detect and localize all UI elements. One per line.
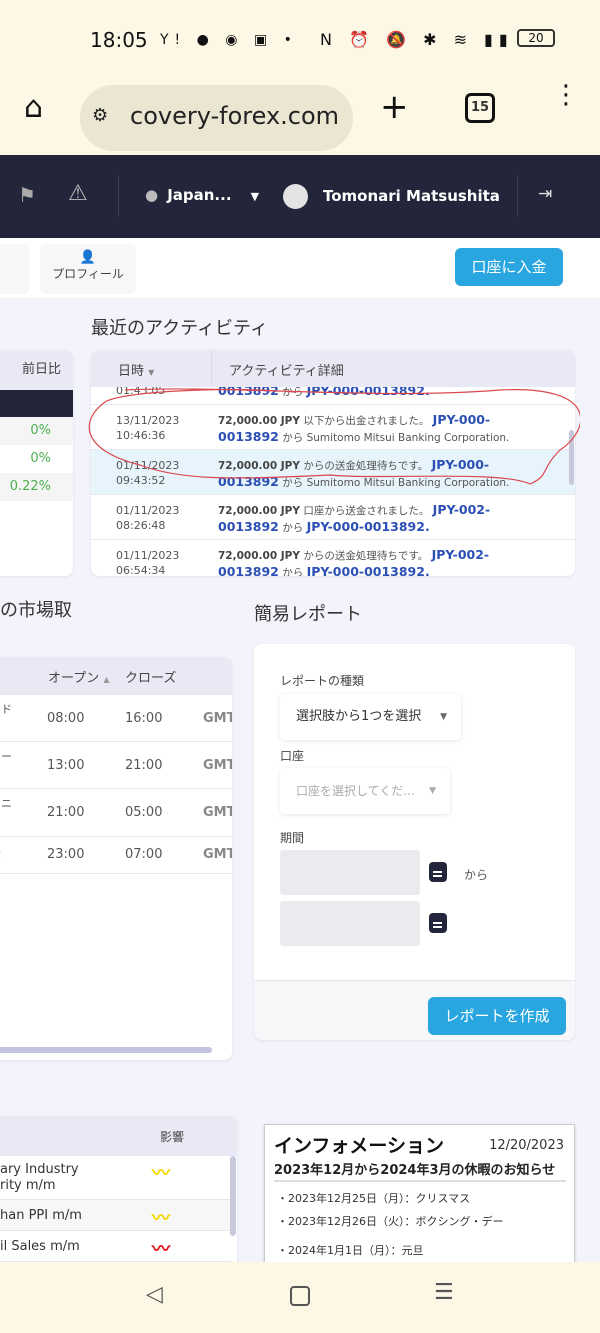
column-header-close[interactable]: クローズ [125,667,176,686]
impact-icon: 〰 [152,1208,170,1229]
change-header: 前日比 [0,350,73,390]
tab-item[interactable] [0,244,30,294]
logout-icon[interactable]: ⇥ [538,184,552,204]
table-row[interactable]: ドニ21:0005:00GMT [0,789,232,837]
information-notice[interactable]: インフォメーション 12/20/2023 2023年12月から2024年3月の休… [264,1124,575,1274]
chevron-down-icon: ▼ [429,786,436,796]
chevron-down-icon: ▼ [250,190,260,203]
horizontal-scrollbar[interactable] [0,1047,212,1053]
tabs-button[interactable]: 15 [465,93,495,123]
calendar-icon[interactable] [429,862,447,882]
row-datetime: 01/11/2023 08:26:48 [116,504,180,532]
column-header-detail: アクティビティ詳細 [229,364,344,379]
site-navbar: ⚑ ⚠ ● Japan... ▼ Tomonari Matsushita ⇥ [0,155,600,238]
sort-down-icon: ▼ [148,368,155,377]
system-navigation-bar: ◁ ☰ [0,1262,600,1333]
table-row[interactable]: il Sales m/m 〰 [0,1231,231,1262]
activity-title: 最近のアクティビティ [91,318,268,339]
profile-tab[interactable]: 👤 プロフィール [40,244,136,294]
report-title: 簡易レポート [254,604,362,625]
table-row[interactable]: ary Industry rity m/m 〰 [0,1156,231,1200]
column-header-open[interactable]: オープン ▲ [48,667,110,686]
new-tab-icon[interactable]: + [380,87,409,127]
deposit-button[interactable]: 口座に入金 [455,248,563,286]
table-header: 影響 [0,1116,237,1156]
create-report-button[interactable]: レポートを作成 [428,997,566,1035]
table-row[interactable]: ュー13:0021:00GMT [0,742,232,789]
economic-calendar: 影響 ary Industry rity m/m 〰 han PPI m/m 〰 i… [0,1116,237,1276]
report-type-select[interactable]: 選択肢から1つを選択 ▼ [280,694,461,740]
user-icon: 👤 [79,250,97,265]
menu-icon[interactable]: ⋮ [553,82,579,108]
site-settings-icon[interactable]: ⚙ [92,105,108,126]
back-icon[interactable]: ◁ [146,1282,163,1307]
table-row[interactable]: 京23:0007:00GMT [0,837,232,874]
info-subtitle: 2023年12月から2024年3月の休暇のお知らせ [274,1163,556,1178]
divider [118,175,119,217]
address-bar[interactable]: ⚙ covery-forex.com [80,85,353,151]
info-item: ・2023年12月26日（火）：ボクシング・デー [277,1215,504,1228]
market-hours-table: オープン ▲ クローズ ンド08:0016:00GMT ュー13:0021:00… [0,657,232,1060]
account-label: 口座 [280,749,305,763]
url-text[interactable]: covery-forex.com [130,102,339,130]
report-type-label: レポートの種類 [280,674,365,688]
profile-label: プロフィール [52,267,124,281]
change-value: 0.22% [0,473,73,501]
page-subheader: 👤 プロフィール 口座に入金 [0,238,600,298]
globe-icon: ● [145,186,159,204]
change-value: 0% [0,445,73,473]
end-date-input[interactable] [280,901,420,946]
change-value: 0% [0,417,73,445]
info-item: ・2023年12月25日（月）：クリスマス [277,1192,471,1205]
warning-icon[interactable]: ⚠ [68,181,88,206]
table-row[interactable]: 01/11/2023 06:54:34 72,000.00 JPY からの送金処理… [91,540,575,576]
battery-icon: 20 [517,29,555,47]
flag-icon[interactable]: ⚑ [18,183,36,207]
system-icons: N ⏰ 🔕 ✱ ≋ ▮▮ [320,30,514,49]
language-selector[interactable]: ● Japan... ▼ [145,185,259,209]
info-item: ・2024年1月1日（月）：元旦 [277,1244,424,1257]
chevron-down-icon: ▼ [440,712,447,722]
home-icon[interactable]: ⌂ [24,90,43,125]
divider [517,175,518,217]
rates-card: 前日比 0% 0% 0.22% [0,350,73,576]
start-date-input[interactable] [280,850,420,895]
recents-icon[interactable]: ☰ [434,1280,454,1305]
language-label: Japan... [167,186,232,204]
header-bar [0,390,73,417]
info-date: 12/20/2023 [489,1138,564,1153]
column-header-impact: 影響 [160,1130,185,1144]
row-datetime: 01/11/2023 06:54:34 [116,549,180,576]
form-footer: レポートを作成 [254,980,575,1040]
report-form: レポートの種類 選択肢から1つを選択 ▼ 口座 口座を選択してくだ... ▼ 期間 … [254,644,575,1040]
scrollbar[interactable] [230,1156,236,1236]
from-label: から [464,868,489,882]
status-bar: 18:05 Y! ● ◉ ▣ • N ⏰ 🔕 ✱ ≋ ▮▮ 20 [0,0,600,75]
info-title: インフォメーション [274,1135,445,1157]
sort-up-icon: ▲ [103,675,110,684]
red-annotation-circle [88,388,580,485]
avatar[interactable] [283,184,308,209]
row-detail: 72,000.00 JPY 口座から送金されました。 JPY-002- 00138… [218,502,491,534]
column-header-date[interactable]: 日時 ▼ [118,360,154,379]
home-icon[interactable] [290,1286,310,1306]
account-select[interactable]: 口座を選択してくだ... ▼ [280,768,450,814]
impact-icon: 〰 [152,1163,170,1184]
table-row[interactable]: ンド08:0016:00GMT [0,695,232,742]
table-row[interactable]: han PPI m/m 〰 [0,1200,231,1231]
row-detail: 72,000.00 JPY からの送金処理待ちです。 JPY-002- 00138… [218,547,490,576]
period-label: 期間 [280,831,305,845]
status-time: 18:05 [90,28,148,52]
table-header: オープン ▲ クローズ [0,657,232,695]
user-name[interactable]: Tomonari Matsushita [323,187,500,205]
notification-icons: Y! ● ◉ ▣ • [160,32,298,48]
market-title: の市場取 [0,600,72,621]
impact-icon: 〰 [152,1239,170,1260]
table-row[interactable]: 01/11/2023 08:26:48 72,000.00 JPY 口座から送金さ… [91,495,575,540]
browser-toolbar: ⌂ ⚙ covery-forex.com + 15 ⋮ [0,75,600,155]
calendar-icon[interactable] [429,913,447,933]
